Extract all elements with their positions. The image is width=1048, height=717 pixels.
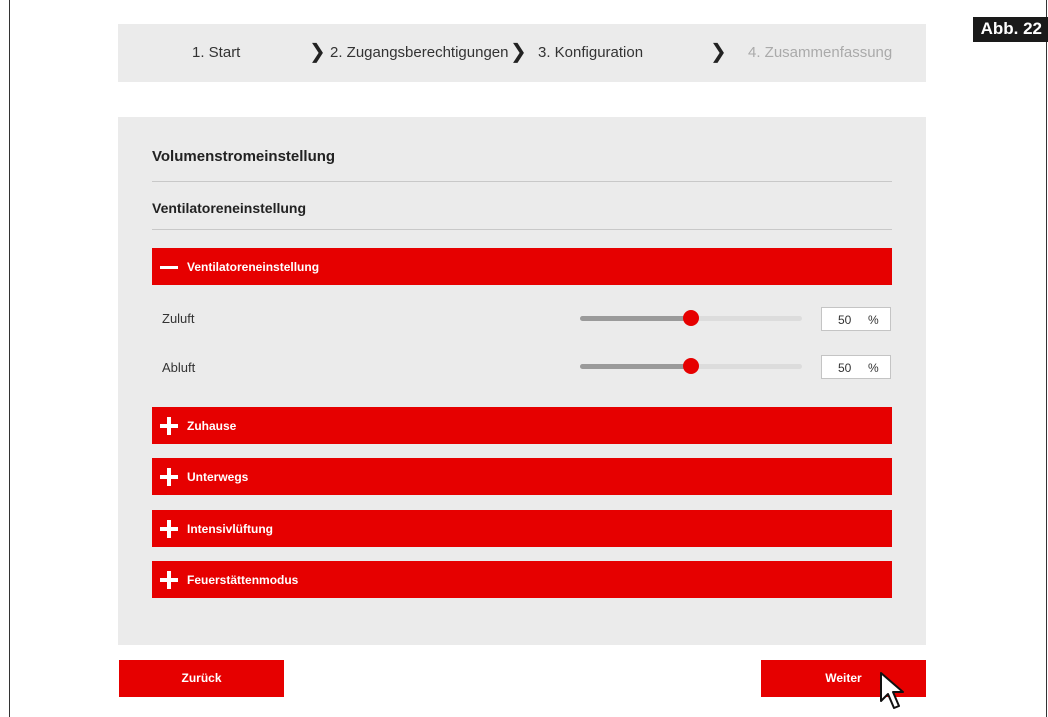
figure-label: Abb. 22 (972, 17, 1048, 42)
step-summary: 4. Zusammenfassung (748, 44, 893, 61)
accordion-zuhause[interactable]: Zuhause (152, 407, 892, 444)
slider-fill (580, 316, 691, 321)
accordion-label: Intensivlüftung (187, 521, 273, 536)
accordion-label: Feuerstättenmodus (187, 572, 299, 587)
chevron-right-icon: ❯ (710, 41, 727, 63)
slider-thumb[interactable] (683, 310, 699, 326)
zuluft-value-field[interactable]: 50 % (821, 307, 891, 331)
plus-icon (160, 570, 178, 589)
section-subtitle: Ventilatoreneinstellung (152, 200, 307, 216)
slider-fill (580, 364, 691, 369)
step-access[interactable]: 2. Zugangsberechtigungen (330, 24, 508, 82)
slider-thumb[interactable] (683, 358, 699, 374)
plus-icon (160, 467, 178, 486)
plus-icon (160, 519, 178, 538)
abluft-value-field[interactable]: 50 % (821, 355, 891, 379)
accordion-intensivlueftung[interactable]: Intensivlüftung (152, 510, 892, 547)
slider-label-zuluft: Zuluft (162, 311, 195, 326)
accordion-ventilatoreneinstellung[interactable]: Ventilatoreneinstellung (152, 248, 892, 285)
chevron-right-icon: ❯ (309, 41, 326, 63)
divider (152, 181, 892, 182)
accordion-label: Zuhause (187, 418, 237, 433)
accordion-label: Unterwegs (187, 469, 249, 484)
zuluft-slider[interactable] (580, 310, 802, 326)
configuration-panel: Volumenstromeinstellung Ventilatoreneins… (118, 117, 926, 645)
slider-label-abluft: Abluft (162, 360, 196, 375)
plus-icon (160, 416, 178, 435)
accordion-unterwegs[interactable]: Unterwegs (152, 458, 892, 495)
abluft-slider[interactable] (580, 358, 802, 374)
chevron-right-icon: ❯ (510, 41, 527, 63)
accordion-label: Ventilatoreneinstellung (187, 259, 320, 274)
accordion-feuerstaettenmodus[interactable]: Feuerstättenmodus (152, 561, 892, 598)
mouse-pointer-icon (880, 672, 904, 709)
step-configuration[interactable]: 3. Konfiguration (538, 24, 643, 82)
zuluft-unit: % (868, 313, 879, 327)
section-title: Volumenstromeinstellung (152, 148, 336, 165)
zuluft-value: 50 (838, 313, 852, 327)
abluft-value: 50 (838, 361, 852, 375)
abluft-unit: % (868, 361, 879, 375)
minus-icon (160, 258, 178, 276)
step-start[interactable]: 1. Start (192, 24, 240, 82)
divider (152, 229, 892, 230)
back-button[interactable]: Zurück (119, 660, 284, 697)
wizard-stepper: 1. Start ❯ 2. Zugangsberechtigungen ❯ 3.… (118, 24, 926, 82)
